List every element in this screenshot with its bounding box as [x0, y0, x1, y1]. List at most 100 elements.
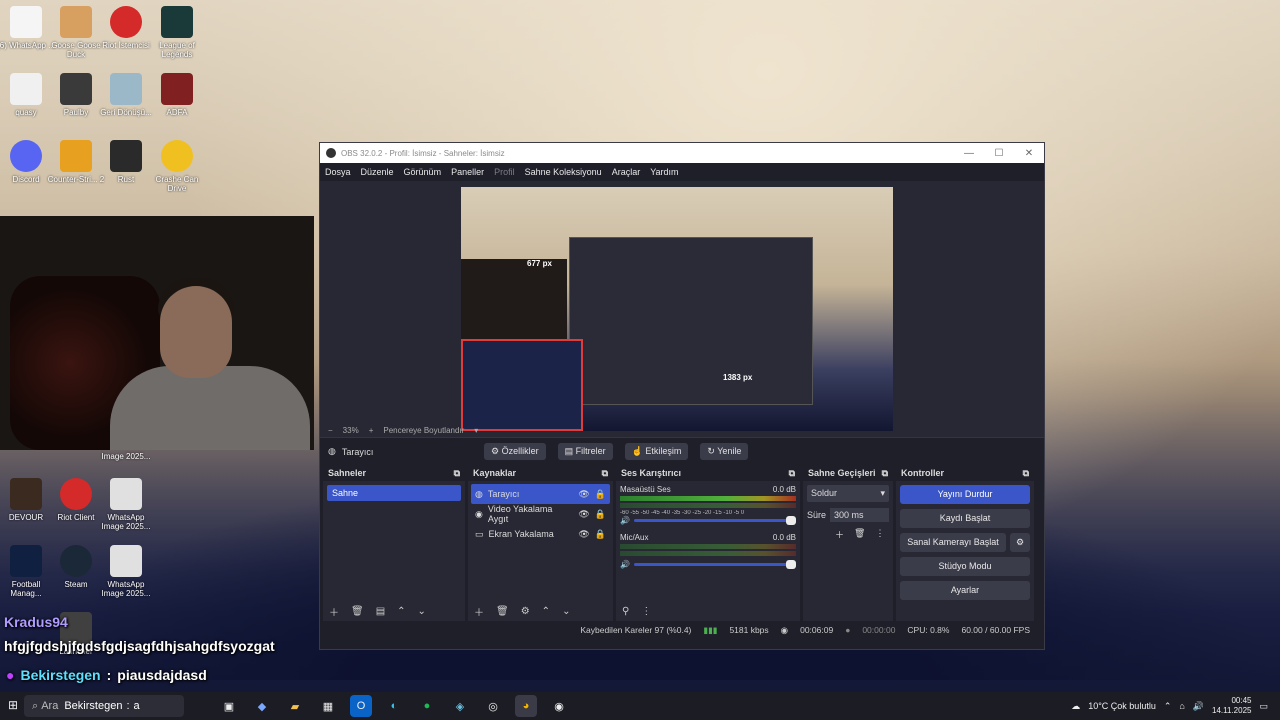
eye-icon[interactable]: 👁: [578, 489, 589, 500]
duration-input[interactable]: 300 ms: [830, 508, 889, 522]
add-icon[interactable]: ＋: [835, 528, 844, 541]
store-icon[interactable]: ▦: [317, 695, 339, 717]
source-item[interactable]: ▭ Ekran Yakalama 👁 🔒: [471, 524, 610, 544]
desktop-icon[interactable]: ADFA: [148, 73, 206, 117]
more-icon[interactable]: ⋮: [875, 528, 884, 541]
scene-item[interactable]: Sahne: [327, 485, 461, 501]
start-icon[interactable]: ⊞: [8, 698, 18, 712]
menu-tools[interactable]: Araçlar: [612, 167, 641, 177]
gear-icon[interactable]: ⚙: [1010, 533, 1030, 552]
desktop-icon[interactable]: Riot İstemcisi: [97, 6, 155, 50]
preview-canvas[interactable]: 677 px 1383 px: [461, 187, 893, 431]
lock-icon[interactable]: 🔒: [595, 489, 606, 500]
studio-mode-button[interactable]: Stüdyo Modu: [900, 557, 1030, 576]
transition-select[interactable]: Soldur ▾: [807, 485, 889, 502]
clock[interactable]: 00:45 14.11.2025: [1212, 696, 1251, 716]
globe-icon: ◍: [328, 446, 336, 456]
desktop-icon[interactable]: Crashe Can Drive: [148, 140, 206, 193]
menu-help[interactable]: Yardım: [650, 167, 678, 177]
copilot-icon[interactable]: ◆: [251, 695, 273, 717]
chevron-down-icon[interactable]: ⌄: [418, 606, 426, 617]
undock-icon[interactable]: ⧉: [602, 468, 608, 478]
close-icon[interactable]: ✕: [1014, 148, 1044, 159]
more-icon[interactable]: ⋮: [641, 606, 651, 617]
channel-db: 0.0 dB: [772, 533, 796, 542]
link-icon[interactable]: ⚲: [622, 606, 629, 617]
virtual-camera-button[interactable]: Sanal Kamerayı Başlat: [900, 533, 1006, 552]
outlook-icon[interactable]: O: [350, 695, 372, 717]
weather-text[interactable]: 10°C Çok bulutlu: [1088, 701, 1156, 711]
gear-icon[interactable]: ⚙: [521, 606, 530, 617]
source-item[interactable]: ◍ Tarayıcı 👁 🔒: [471, 484, 610, 504]
start-record-button[interactable]: Kaydı Başlat: [900, 509, 1030, 528]
preview-selected-source[interactable]: [461, 339, 583, 431]
folder-icon[interactable]: ▰: [284, 695, 306, 717]
add-icon[interactable]: ＋: [474, 604, 484, 619]
trash-icon[interactable]: 🗑: [496, 606, 509, 617]
minimize-icon[interactable]: —: [954, 148, 984, 159]
desktop-icon[interactable]: League of Legends: [148, 6, 206, 59]
zoom-out-button[interactable]: −: [328, 426, 333, 435]
desktop-icon[interactable]: WhatsApp Image 2025...: [97, 545, 155, 598]
stop-stream-button[interactable]: Yayını Durdur: [900, 485, 1030, 504]
desktop-icon[interactable]: Rust: [97, 140, 155, 184]
refresh-button[interactable]: ↻ Yenile: [700, 443, 749, 460]
counter-strike-icon: [60, 140, 92, 172]
filter-icon[interactable]: ▤: [376, 606, 385, 617]
vpn-icon[interactable]: ◈: [449, 695, 471, 717]
eye-icon[interactable]: 👁: [578, 529, 589, 540]
fit-to-window[interactable]: Pencereye Boyutlandır: [383, 426, 464, 435]
search-box[interactable]: ⌕ Ara Bekirstegen: a: [24, 695, 184, 717]
menu-file[interactable]: Dosya: [325, 167, 351, 177]
desktop-icon[interactable]: WhatsApp Image 2025...: [97, 478, 155, 531]
steam-icon[interactable]: ◎: [482, 695, 504, 717]
undock-icon[interactable]: ⧉: [454, 468, 460, 478]
maximize-icon[interactable]: ☐: [984, 148, 1014, 159]
obs-logo-icon: [326, 148, 336, 158]
menu-edit[interactable]: Düzenle: [361, 167, 394, 177]
dock-header: Kaynaklar ⧉: [468, 465, 613, 481]
speaker-icon[interactable]: 🔊: [620, 560, 630, 569]
source-item[interactable]: ◉ Video Yakalama Aygıt 👁 🔒: [471, 504, 610, 524]
edge-icon[interactable]: ◐: [383, 695, 405, 717]
add-icon[interactable]: ＋: [329, 604, 339, 619]
desktop-icon[interactable]: Geri Dönüşü...: [97, 73, 155, 117]
menu-scene-collection[interactable]: Sahne Koleksiyonu: [525, 167, 602, 177]
chevron-down-icon[interactable]: ⌄: [562, 606, 570, 617]
obs-titlebar[interactable]: OBS 32.0.2 - Profil: İsimsiz - Sahneler:…: [320, 143, 1044, 163]
volume-icon[interactable]: 🔊: [1193, 701, 1204, 712]
dock-title: Sahneler: [328, 468, 367, 478]
volume-slider[interactable]: [633, 516, 797, 525]
settings-button[interactable]: Ayarlar: [900, 581, 1030, 600]
zoom-in-button[interactable]: +: [369, 426, 374, 435]
trash-icon[interactable]: 🗑: [351, 606, 364, 617]
chevron-up-icon[interactable]: ⌃: [1164, 701, 1172, 712]
undock-icon[interactable]: ⧉: [789, 468, 795, 478]
interact-button[interactable]: ☝ Etkileşim: [624, 443, 689, 460]
notification-icon[interactable]: ▭: [1259, 701, 1268, 712]
menu-profile[interactable]: Profil: [494, 167, 515, 177]
undock-icon[interactable]: ⧉: [1023, 468, 1029, 478]
trash-icon[interactable]: 🗑: [854, 528, 865, 541]
obs-icon[interactable]: ◉: [548, 695, 570, 717]
desktop-icon[interactable]: Image 2025...: [97, 452, 155, 466]
filters-button[interactable]: ▤ Filtreler: [557, 443, 613, 460]
properties-button[interactable]: ⚙ Özellikler: [484, 443, 546, 460]
network-icon[interactable]: ⌂: [1179, 701, 1184, 711]
lock-icon[interactable]: 🔒: [595, 509, 606, 520]
task-view-icon[interactable]: ▣: [218, 695, 240, 717]
menu-view[interactable]: Görünüm: [404, 167, 442, 177]
chrome-icon[interactable]: ◕: [515, 695, 537, 717]
chevron-up-icon[interactable]: ⌃: [397, 606, 405, 617]
eye-icon[interactable]: 👁: [578, 509, 589, 520]
lock-icon[interactable]: 🔒: [595, 529, 606, 540]
speaker-icon[interactable]: 🔊: [620, 516, 630, 525]
volume-slider[interactable]: [633, 560, 797, 569]
dock-header: Sahneler ⧉: [323, 465, 465, 481]
spotify-icon[interactable]: ●: [416, 695, 438, 717]
chevron-down-icon[interactable]: ▾: [474, 426, 478, 435]
chevron-up-icon[interactable]: ⌃: [542, 606, 550, 617]
current-source-name: Tarayıcı: [341, 446, 374, 457]
undock-icon[interactable]: ⧉: [882, 468, 888, 478]
menu-docks[interactable]: Paneller: [451, 167, 484, 177]
